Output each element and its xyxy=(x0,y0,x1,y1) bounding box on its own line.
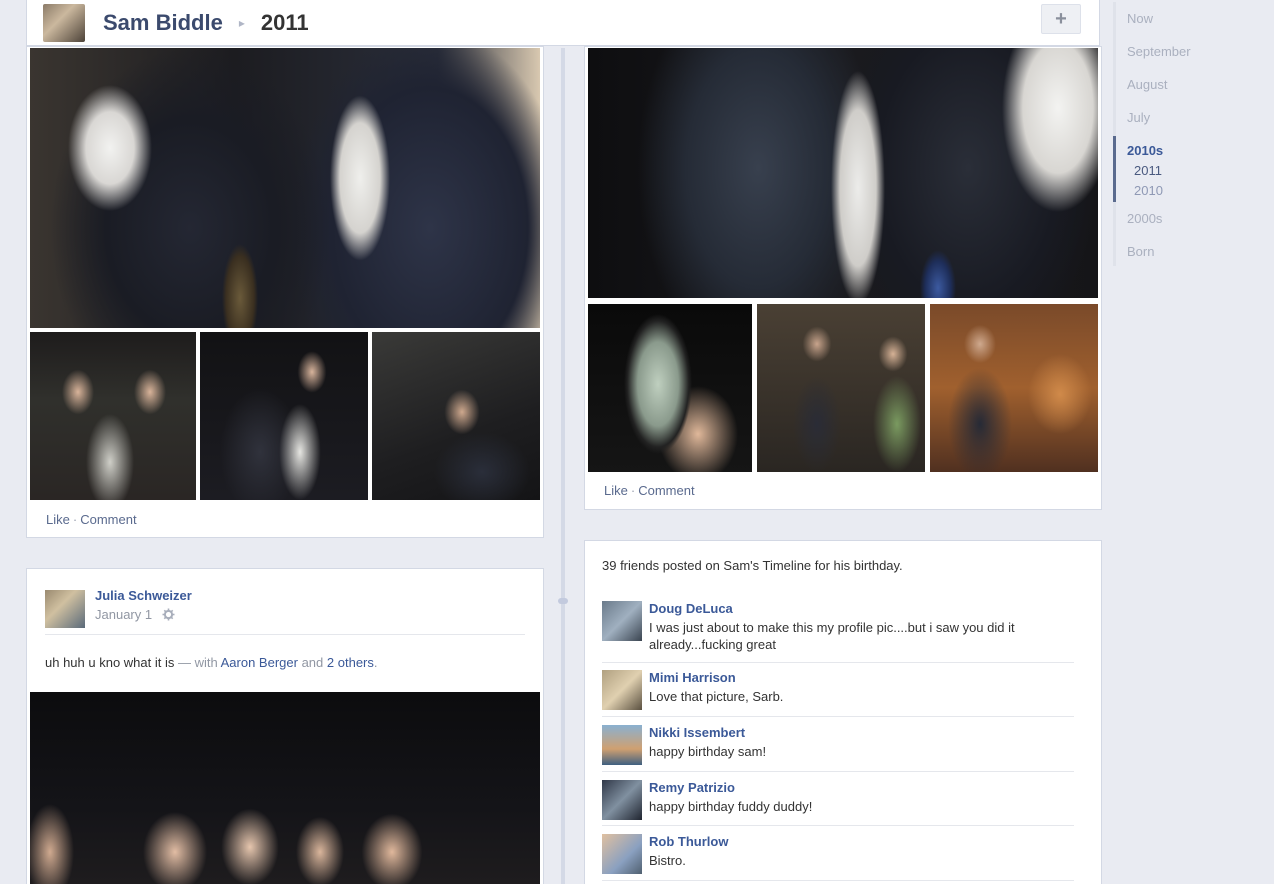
add-button[interactable]: + xyxy=(1041,4,1081,34)
scrubber-item-september[interactable]: September xyxy=(1127,44,1191,59)
profile-name[interactable]: Sam Biddle xyxy=(103,10,223,36)
tagged-person-link[interactable]: Aaron Berger xyxy=(221,655,298,670)
post-photo[interactable] xyxy=(30,692,540,884)
scrubber-active-marker xyxy=(1113,136,1116,202)
post-message: uh huh u kno what it is xyxy=(45,655,175,670)
friend-avatar[interactable] xyxy=(602,725,642,765)
divider xyxy=(602,662,1074,663)
scrubber-item-2000s[interactable]: 2000s xyxy=(1127,211,1162,226)
divider xyxy=(602,880,1074,881)
friend-name[interactable]: Doug DeLuca xyxy=(649,601,733,616)
separator-dot: · xyxy=(72,512,78,527)
post-actions: Like · Comment xyxy=(46,512,137,527)
post-text: uh huh u kno what it is — with Aaron Ber… xyxy=(45,655,378,670)
with-prefix: — with xyxy=(177,655,218,670)
friend-name[interactable]: Mimi Harrison xyxy=(649,670,736,685)
scrubber-track xyxy=(1113,2,1116,266)
comment-link[interactable]: Comment xyxy=(80,512,136,527)
birthday-intro: 39 friends posted on Sam's Timeline for … xyxy=(602,558,903,573)
timeline-spine xyxy=(561,48,565,884)
and-text: and xyxy=(301,655,324,670)
friend-avatar[interactable] xyxy=(602,601,642,641)
birthday-message: Love that picture, Sarb. xyxy=(649,689,784,704)
photo-main-right[interactable] xyxy=(588,48,1098,298)
photo-thumb[interactable] xyxy=(757,304,925,472)
post-divider xyxy=(45,634,525,635)
gear-icon[interactable] xyxy=(162,608,175,624)
friend-name[interactable]: Nikki Issembert xyxy=(649,725,745,740)
birthday-message: Bistro. xyxy=(649,853,686,868)
photo-main-left[interactable] xyxy=(30,48,540,328)
friend-avatar[interactable] xyxy=(602,834,642,874)
post-date: January 1 xyxy=(95,607,175,624)
divider xyxy=(602,716,1074,717)
friend-avatar[interactable] xyxy=(602,780,642,820)
scrubber-item-born[interactable]: Born xyxy=(1127,244,1154,259)
scrubber-item-2011[interactable]: 2011 xyxy=(1134,163,1162,178)
birthday-message: happy birthday sam! xyxy=(649,744,767,759)
photo-thumb[interactable] xyxy=(588,304,752,472)
timeline-header: Sam Biddle ▸ 2011 + xyxy=(26,0,1100,46)
scrubber-item-now[interactable]: Now xyxy=(1127,11,1153,26)
scrubber-item-july[interactable]: July xyxy=(1127,110,1150,125)
friend-name[interactable]: Remy Patrizio xyxy=(649,780,735,795)
photo-thumb[interactable] xyxy=(200,332,368,500)
scrubber-item-2010[interactable]: 2010 xyxy=(1134,183,1163,198)
divider xyxy=(602,771,1074,772)
breadcrumb-year: 2011 xyxy=(260,9,309,35)
photo-thumb[interactable] xyxy=(30,332,196,500)
profile-avatar[interactable] xyxy=(43,3,85,42)
friend-name[interactable]: Rob Thurlow xyxy=(649,834,728,849)
post-author[interactable]: Julia Schweizer xyxy=(95,588,192,603)
scrubber-item-august[interactable]: August xyxy=(1127,77,1167,92)
scrubber-item-2010s[interactable]: 2010s xyxy=(1127,143,1163,158)
author-avatar[interactable] xyxy=(45,590,85,628)
divider xyxy=(602,825,1074,826)
photo-thumb[interactable] xyxy=(372,332,540,500)
comment-link[interactable]: Comment xyxy=(638,483,694,498)
timeline-spine-marker xyxy=(558,598,568,604)
breadcrumb-separator-icon: ▸ xyxy=(238,15,245,30)
birthday-message: happy birthday fuddy duddy! xyxy=(649,799,813,814)
friend-avatar[interactable] xyxy=(602,670,642,710)
post-date-text[interactable]: January 1 xyxy=(95,607,152,622)
photo-thumb[interactable] xyxy=(930,304,1098,472)
post-actions: Like · Comment xyxy=(604,483,695,498)
like-link[interactable]: Like xyxy=(604,483,628,498)
like-link[interactable]: Like xyxy=(46,512,70,527)
tagged-others-link[interactable]: 2 others xyxy=(327,655,374,670)
separator-dot: · xyxy=(630,483,636,498)
birthday-message: I was just about to make this my profile… xyxy=(649,620,1015,652)
birthday-posts-card xyxy=(584,540,1102,884)
period-text: . xyxy=(373,655,378,670)
